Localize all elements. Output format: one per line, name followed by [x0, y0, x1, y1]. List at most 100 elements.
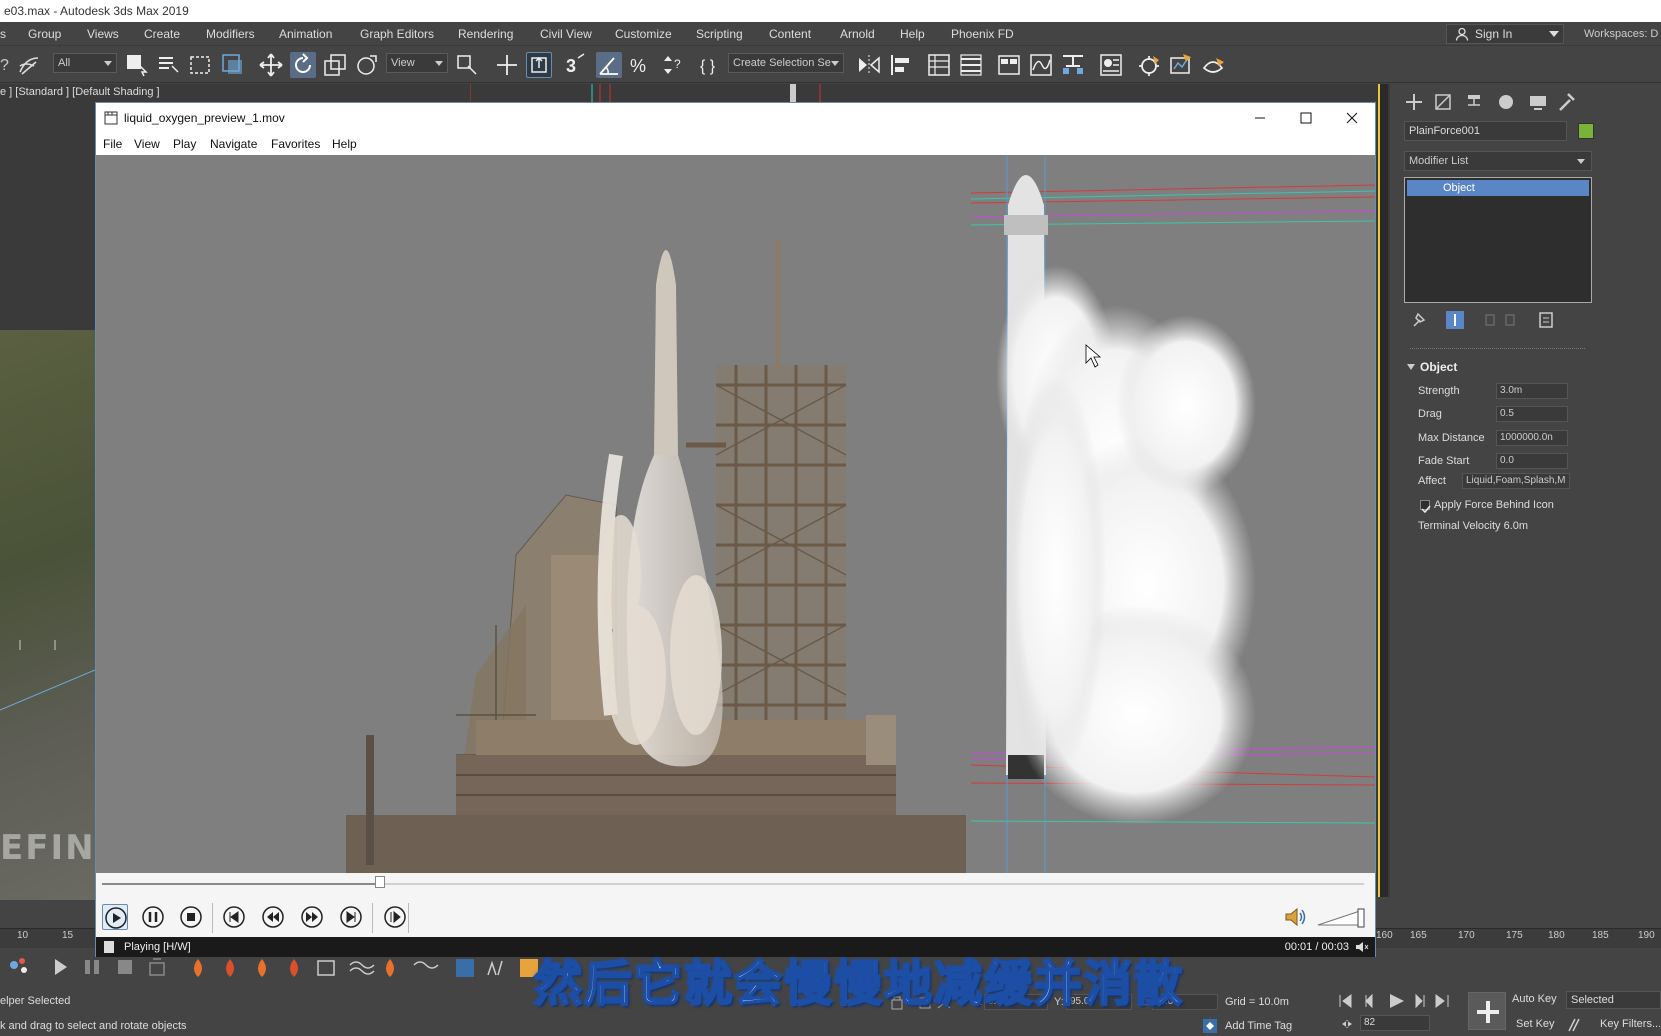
- viewport-label[interactable]: e ] [Standard ] [Default Shading ]: [0, 86, 160, 98]
- pivot-center-icon[interactable]: [454, 52, 480, 78]
- rollout-title-object[interactable]: Object: [1420, 360, 1457, 374]
- place-icon[interactable]: [354, 52, 380, 78]
- maximize-button[interactable]: [1283, 103, 1329, 133]
- menu-item-help[interactable]: Help: [900, 22, 925, 46]
- volume-slider[interactable]: [1316, 907, 1366, 929]
- menu-item-s[interactable]: s: [0, 22, 6, 46]
- window-crossing-icon[interactable]: [220, 52, 246, 78]
- fast-forward-button[interactable]: [299, 904, 325, 930]
- menu-item-views[interactable]: Views: [87, 22, 119, 46]
- modifier-stack-item-object[interactable]: Object: [1407, 180, 1589, 196]
- workspaces-label[interactable]: Workspaces: D: [1584, 22, 1658, 46]
- affect-field[interactable]: Liquid,Foam,Splash,M: [1462, 473, 1570, 489]
- player-menu-navigate[interactable]: Navigate: [210, 133, 257, 155]
- fade-start-spinner[interactable]: 0.0: [1496, 453, 1568, 469]
- video-frame[interactable]: [96, 155, 1375, 873]
- close-button[interactable]: [1329, 103, 1375, 133]
- key-mode-dropdown[interactable]: Selected: [1566, 991, 1661, 1009]
- schematic-view-icon[interactable]: [1060, 52, 1086, 78]
- menu-item-create[interactable]: Create: [144, 22, 180, 46]
- current-frame-field[interactable]: 82: [1360, 1015, 1430, 1031]
- menu-item-phoenix-fd[interactable]: Phoenix FD: [951, 22, 1014, 46]
- sign-in-button[interactable]: Sign In: [1446, 24, 1564, 44]
- playback-status: Playing [H/W]: [124, 941, 191, 953]
- select-by-name-icon[interactable]: [156, 52, 182, 78]
- set-key-button[interactable]: [1468, 992, 1506, 1030]
- player-menu-favorites[interactable]: Favorites: [271, 133, 320, 155]
- pause-button[interactable]: [140, 904, 166, 930]
- skip-forward-button[interactable]: [338, 904, 364, 930]
- modifier-stack[interactable]: Object: [1404, 177, 1592, 303]
- render-setup-icon[interactable]: [1136, 52, 1162, 78]
- player-menu-view[interactable]: View: [134, 133, 160, 155]
- modifier-list-dropdown[interactable]: Modifier List: [1404, 151, 1592, 171]
- seek-bar[interactable]: [96, 873, 1375, 895]
- menu-item-content[interactable]: Content: [769, 22, 811, 46]
- skip-back-button[interactable]: [221, 904, 247, 930]
- seek-thumb[interactable]: [374, 876, 385, 888]
- key-filters-icon[interactable]: [1566, 1016, 1588, 1034]
- scene-explorer-icon[interactable]: [926, 52, 952, 78]
- set-key-toggle[interactable]: Set Key: [1516, 1018, 1555, 1030]
- menu-item-modifiers[interactable]: Modifiers: [206, 22, 255, 46]
- main-toolbar: ? All View 3 % ? { } Create Selection Se: [0, 47, 1661, 83]
- spinner-snap-icon[interactable]: ?: [660, 52, 686, 78]
- player-menu-play[interactable]: Play: [173, 133, 196, 155]
- rendered-frame-window-icon[interactable]: [1168, 52, 1194, 78]
- keyboard-shortcut-override-button[interactable]: [526, 52, 552, 78]
- play-button[interactable]: [102, 904, 128, 930]
- rotate-button[interactable]: [290, 52, 316, 78]
- menu-item-scripting[interactable]: Scripting: [696, 22, 743, 46]
- add-time-tag-icon[interactable]: [1202, 1018, 1220, 1034]
- menu-item-group[interactable]: Group: [28, 22, 61, 46]
- angle-snap-button[interactable]: [596, 52, 622, 78]
- step-button[interactable]: [382, 904, 408, 930]
- layer-explorer-icon[interactable]: [958, 52, 984, 78]
- snaps-toggle-icon[interactable]: 3: [564, 52, 590, 78]
- select-manipulate-icon[interactable]: [494, 52, 520, 78]
- stop-button[interactable]: [178, 904, 204, 930]
- mute-icon[interactable]: [1355, 941, 1369, 953]
- strength-spinner[interactable]: 3.0m: [1496, 383, 1568, 399]
- menu-item-customize[interactable]: Customize: [615, 22, 672, 46]
- media-player-window[interactable]: liquid_oxygen_preview_1.mov File View Pl…: [95, 102, 1376, 957]
- scale-icon[interactable]: [322, 52, 348, 78]
- selection-filter-dropdown[interactable]: All: [53, 53, 117, 73]
- rollout-collapse-icon[interactable]: [1406, 362, 1416, 372]
- auto-key-toggle[interactable]: Auto Key: [1512, 993, 1557, 1005]
- max-distance-spinner[interactable]: 1000000.0n: [1496, 430, 1568, 446]
- menu-item-civil-view[interactable]: Civil View: [540, 22, 592, 46]
- player-menu-help[interactable]: Help: [332, 133, 357, 155]
- align-icon[interactable]: [888, 52, 914, 78]
- drag-spinner[interactable]: 0.5: [1496, 406, 1568, 422]
- minimize-button[interactable]: [1237, 103, 1283, 133]
- render-production-icon[interactable]: [1200, 52, 1226, 78]
- select-object-icon[interactable]: [124, 52, 150, 78]
- rewind-button[interactable]: [260, 904, 286, 930]
- material-editor-icon[interactable]: [1098, 52, 1124, 78]
- reference-coordinate-dropdown[interactable]: View: [386, 53, 448, 73]
- help-icon[interactable]: ?: [0, 52, 10, 78]
- menu-item-arnold[interactable]: Arnold: [840, 22, 875, 46]
- add-time-tag-label[interactable]: Add Time Tag: [1225, 1020, 1292, 1032]
- curve-editor-icon[interactable]: [1028, 52, 1054, 78]
- mirror-icon[interactable]: [856, 52, 882, 78]
- named-selection-set-dropdown[interactable]: Create Selection Se: [728, 53, 844, 73]
- key-filters-button[interactable]: Key Filters...: [1600, 1018, 1661, 1030]
- bind-space-warp-icon[interactable]: [16, 52, 42, 78]
- edit-named-selection-icon[interactable]: { }: [698, 52, 724, 78]
- object-name-field[interactable]: PlainForce001: [1404, 121, 1567, 141]
- menu-bar: s Group Views Create Modifiers Animation…: [0, 22, 1661, 46]
- player-menu-file[interactable]: File: [103, 133, 122, 155]
- volume-button[interactable]: [1282, 904, 1308, 930]
- player-title-bar[interactable]: liquid_oxygen_preview_1.mov: [96, 103, 1375, 133]
- object-color-swatch[interactable]: [1578, 123, 1594, 139]
- percent-snap-icon[interactable]: %: [628, 52, 654, 78]
- apply-force-checkbox[interactable]: [1420, 500, 1431, 514]
- menu-item-graph-editors[interactable]: Graph Editors: [360, 22, 434, 46]
- menu-item-rendering[interactable]: Rendering: [458, 22, 513, 46]
- menu-item-animation[interactable]: Animation: [279, 22, 332, 46]
- toggle-ribbon-icon[interactable]: [996, 52, 1022, 78]
- move-icon[interactable]: [258, 52, 284, 78]
- rectangle-selection-icon[interactable]: [188, 52, 214, 78]
